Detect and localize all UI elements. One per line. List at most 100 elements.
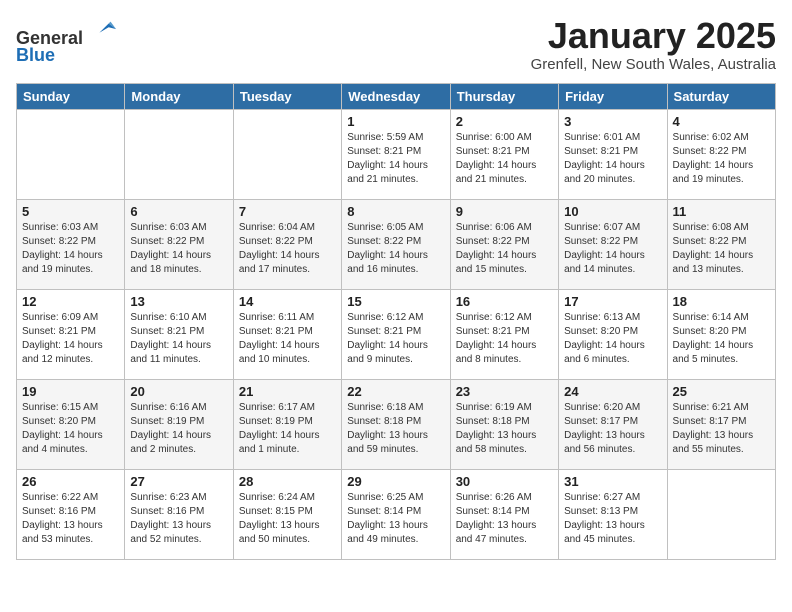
calendar-cell: 22 Sunrise: 6:18 AM Sunset: 8:18 PM Dayli… [342, 379, 450, 469]
day-info: Sunrise: 6:07 AM Sunset: 8:22 PM Dayligh… [564, 221, 661, 277]
calendar-cell: 21Sunrise: 6:17 AM Sunset: 8:19 PM Dayli… [233, 379, 341, 469]
calendar-cell: 25 Sunrise: 6:21 AM Sunset: 8:17 PM Dayli… [667, 379, 775, 469]
weekday-header-tuesday: Tuesday [233, 83, 341, 109]
weekday-header-friday: Friday [559, 83, 667, 109]
day-number: 9 [456, 204, 553, 219]
day-number: 14 [239, 294, 336, 309]
day-info: Sunrise: 6:06 AM Sunset: 8:22 PM Dayligh… [456, 221, 553, 277]
day-info: Sunrise: 6:00 AM Sunset: 8:21 PM Dayligh… [456, 131, 553, 187]
logo: General Blue [16, 16, 118, 66]
day-info: Sunrise: 6:15 AM Sunset: 8:20 PM Dayligh… [22, 401, 119, 457]
week-row-3: 12 Sunrise: 6:09 AM Sunset: 8:21 PM Dayli… [17, 289, 776, 379]
day-number: 19 [22, 384, 119, 399]
calendar-cell: 23 Sunrise: 6:19 AM Sunset: 8:18 PM Dayli… [450, 379, 558, 469]
day-info: Sunrise: 6:18 AM Sunset: 8:18 PM Dayligh… [347, 401, 444, 457]
day-info: Sunrise: 6:26 AM Sunset: 8:14 PM Dayligh… [456, 491, 553, 547]
day-number: 10 [564, 204, 661, 219]
calendar-cell: 20 Sunrise: 6:16 AM Sunset: 8:19 PM Dayli… [125, 379, 233, 469]
calendar-cell: 7 Sunrise: 6:04 AM Sunset: 8:22 PM Daylig… [233, 199, 341, 289]
calendar-cell: 2 Sunrise: 6:00 AM Sunset: 8:21 PM Daylig… [450, 109, 558, 199]
header: General Blue January 2025 Grenfell, New … [16, 16, 776, 73]
week-row-5: 26Sunrise: 6:22 AM Sunset: 8:16 PM Dayli… [17, 469, 776, 559]
day-number: 15 [347, 294, 444, 309]
day-number: 27 [130, 474, 227, 489]
day-info: Sunrise: 6:11 AM Sunset: 8:21 PM Dayligh… [239, 311, 336, 367]
day-info: Sunrise: 6:25 AM Sunset: 8:14 PM Dayligh… [347, 491, 444, 547]
day-info: Sunrise: 6:04 AM Sunset: 8:22 PM Dayligh… [239, 221, 336, 277]
day-info: Sunrise: 6:20 AM Sunset: 8:17 PM Dayligh… [564, 401, 661, 457]
day-number: 4 [673, 114, 770, 129]
day-info: Sunrise: 6:27 AM Sunset: 8:13 PM Dayligh… [564, 491, 661, 547]
day-info: Sunrise: 6:09 AM Sunset: 8:21 PM Dayligh… [22, 311, 119, 367]
calendar-cell: 5Sunrise: 6:03 AM Sunset: 8:22 PM Daylig… [17, 199, 125, 289]
calendar-cell: 26Sunrise: 6:22 AM Sunset: 8:16 PM Dayli… [17, 469, 125, 559]
calendar-cell: 24Sunrise: 6:20 AM Sunset: 8:17 PM Dayli… [559, 379, 667, 469]
day-info: Sunrise: 6:24 AM Sunset: 8:15 PM Dayligh… [239, 491, 336, 547]
weekday-header-thursday: Thursday [450, 83, 558, 109]
day-number: 22 [347, 384, 444, 399]
calendar-cell: 8 Sunrise: 6:05 AM Sunset: 8:22 PM Daylig… [342, 199, 450, 289]
weekday-header-row: SundayMondayTuesdayWednesdayThursdayFrid… [17, 83, 776, 109]
week-row-2: 5Sunrise: 6:03 AM Sunset: 8:22 PM Daylig… [17, 199, 776, 289]
day-number: 20 [130, 384, 227, 399]
day-info: Sunrise: 6:16 AM Sunset: 8:19 PM Dayligh… [130, 401, 227, 457]
calendar-cell: 19 Sunrise: 6:15 AM Sunset: 8:20 PM Dayli… [17, 379, 125, 469]
calendar-cell: 12 Sunrise: 6:09 AM Sunset: 8:21 PM Dayli… [17, 289, 125, 379]
calendar-cell: 4 Sunrise: 6:02 AM Sunset: 8:22 PM Daylig… [667, 109, 775, 199]
calendar-cell: 28 Sunrise: 6:24 AM Sunset: 8:15 PM Dayli… [233, 469, 341, 559]
day-info: Sunrise: 6:03 AM Sunset: 8:22 PM Dayligh… [22, 221, 119, 277]
weekday-header-sunday: Sunday [17, 83, 125, 109]
month-title: January 2025 [531, 16, 776, 56]
day-number: 18 [673, 294, 770, 309]
day-info: Sunrise: 6:13 AM Sunset: 8:20 PM Dayligh… [564, 311, 661, 367]
day-info: Sunrise: 6:02 AM Sunset: 8:22 PM Dayligh… [673, 131, 770, 187]
day-info: Sunrise: 6:05 AM Sunset: 8:22 PM Dayligh… [347, 221, 444, 277]
calendar-cell [17, 109, 125, 199]
calendar-table: SundayMondayTuesdayWednesdayThursdayFrid… [16, 83, 776, 560]
day-number: 17 [564, 294, 661, 309]
day-number: 3 [564, 114, 661, 129]
day-number: 28 [239, 474, 336, 489]
day-info: Sunrise: 6:23 AM Sunset: 8:16 PM Dayligh… [130, 491, 227, 547]
calendar-cell: 31 Sunrise: 6:27 AM Sunset: 8:13 PM Dayli… [559, 469, 667, 559]
day-number: 12 [22, 294, 119, 309]
calendar-cell: 27 Sunrise: 6:23 AM Sunset: 8:16 PM Dayli… [125, 469, 233, 559]
day-number: 25 [673, 384, 770, 399]
day-number: 23 [456, 384, 553, 399]
day-number: 2 [456, 114, 553, 129]
week-row-1: 1 Sunrise: 5:59 AM Sunset: 8:21 PM Daylig… [17, 109, 776, 199]
calendar-cell: 11Sunrise: 6:08 AM Sunset: 8:22 PM Dayli… [667, 199, 775, 289]
calendar-cell: 16Sunrise: 6:12 AM Sunset: 8:21 PM Dayli… [450, 289, 558, 379]
day-info: Sunrise: 6:12 AM Sunset: 8:21 PM Dayligh… [347, 311, 444, 367]
calendar-cell: 29 Sunrise: 6:25 AM Sunset: 8:14 PM Dayli… [342, 469, 450, 559]
calendar-cell: 18 Sunrise: 6:14 AM Sunset: 8:20 PM Dayli… [667, 289, 775, 379]
day-number: 8 [347, 204, 444, 219]
calendar-cell: 6Sunrise: 6:03 AM Sunset: 8:22 PM Daylig… [125, 199, 233, 289]
calendar-cell: 9 Sunrise: 6:06 AM Sunset: 8:22 PM Daylig… [450, 199, 558, 289]
day-info: Sunrise: 5:59 AM Sunset: 8:21 PM Dayligh… [347, 131, 444, 187]
day-info: Sunrise: 6:19 AM Sunset: 8:18 PM Dayligh… [456, 401, 553, 457]
day-info: Sunrise: 6:14 AM Sunset: 8:20 PM Dayligh… [673, 311, 770, 367]
day-number: 13 [130, 294, 227, 309]
day-number: 1 [347, 114, 444, 129]
day-info: Sunrise: 6:21 AM Sunset: 8:17 PM Dayligh… [673, 401, 770, 457]
calendar-cell: 3 Sunrise: 6:01 AM Sunset: 8:21 PM Daylig… [559, 109, 667, 199]
day-info: Sunrise: 6:12 AM Sunset: 8:21 PM Dayligh… [456, 311, 553, 367]
day-number: 7 [239, 204, 336, 219]
calendar-cell [233, 109, 341, 199]
calendar-cell: 1 Sunrise: 5:59 AM Sunset: 8:21 PM Daylig… [342, 109, 450, 199]
day-info: Sunrise: 6:22 AM Sunset: 8:16 PM Dayligh… [22, 491, 119, 547]
calendar-cell: 30 Sunrise: 6:26 AM Sunset: 8:14 PM Dayli… [450, 469, 558, 559]
day-info: Sunrise: 6:01 AM Sunset: 8:21 PM Dayligh… [564, 131, 661, 187]
weekday-header-monday: Monday [125, 83, 233, 109]
calendar-cell [125, 109, 233, 199]
day-number: 30 [456, 474, 553, 489]
page-container: General Blue January 2025 Grenfell, New … [0, 0, 792, 568]
calendar-cell: 14 Sunrise: 6:11 AM Sunset: 8:21 PM Dayli… [233, 289, 341, 379]
day-info: Sunrise: 6:10 AM Sunset: 8:21 PM Dayligh… [130, 311, 227, 367]
day-number: 29 [347, 474, 444, 489]
calendar-cell: 13 Sunrise: 6:10 AM Sunset: 8:21 PM Dayli… [125, 289, 233, 379]
day-info: Sunrise: 6:08 AM Sunset: 8:22 PM Dayligh… [673, 221, 770, 277]
day-number: 31 [564, 474, 661, 489]
day-info: Sunrise: 6:17 AM Sunset: 8:19 PM Dayligh… [239, 401, 336, 457]
